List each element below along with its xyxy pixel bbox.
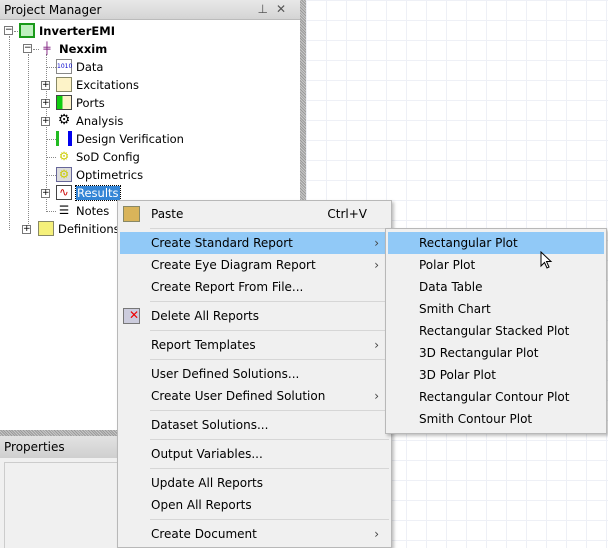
menu-item-paste[interactable]: Paste Ctrl+V: [120, 203, 389, 225]
menu-item-update-all-reports[interactable]: Update All Reports: [120, 472, 389, 494]
panel-title: Project Manager: [4, 3, 102, 17]
submenu-item-smith-chart[interactable]: Smith Chart: [388, 298, 604, 320]
tree-item-ports[interactable]: Ports: [56, 94, 105, 112]
submenu-item-3d-rectangular-plot[interactable]: 3D Rectangular Plot: [388, 342, 604, 364]
data-icon: 1010: [56, 59, 72, 74]
menu-item-create-document[interactable]: Create Document ›: [120, 523, 389, 545]
menu-label: Open All Reports: [151, 498, 252, 512]
menu-item-output-variables[interactable]: Output Variables...: [120, 443, 389, 465]
menu-item-user-defined-solutions[interactable]: User Defined Solutions...: [120, 363, 389, 385]
collapse-toggle[interactable]: −: [4, 26, 13, 35]
expand-toggle[interactable]: +: [22, 225, 31, 234]
properties-title: Properties: [4, 440, 65, 454]
tree-item-results[interactable]: ∿ Results: [56, 184, 121, 202]
tree-item-analysis[interactable]: ⚙ Analysis: [56, 112, 124, 130]
optimetrics-icon: ⚙: [56, 167, 72, 182]
chevron-right-icon: ›: [374, 258, 379, 272]
tree-item-sod-config[interactable]: ⚙ SoD Config: [56, 148, 140, 166]
menu-item-create-user-defined-solution[interactable]: Create User Defined Solution ›: [120, 385, 389, 407]
submenu-item-smith-contour-plot[interactable]: Smith Contour Plot: [388, 408, 604, 430]
menu-item-create-standard-report[interactable]: Create Standard Report ›: [120, 232, 389, 254]
tree-label: Design Verification: [76, 132, 184, 146]
tree-definitions[interactable]: Definitions: [38, 220, 120, 238]
submenu-item-rectangular-plot[interactable]: Rectangular Plot: [388, 232, 604, 254]
menu-item-create-report-from-file[interactable]: Create Report From File...: [120, 276, 389, 298]
tree-label: Notes: [76, 204, 110, 218]
tree-item-excitations[interactable]: Excitations: [56, 76, 139, 94]
tree-item-data[interactable]: 1010 Data: [56, 58, 103, 76]
expand-toggle[interactable]: +: [41, 99, 50, 108]
tree-item-design-verification[interactable]: Design Verification: [56, 130, 184, 148]
menu-item-create-eye-diagram-report[interactable]: Create Eye Diagram Report ›: [120, 254, 389, 276]
tree-label: Data: [76, 60, 104, 74]
tree-item-optimetrics[interactable]: ⚙ Optimetrics: [56, 166, 143, 184]
submenu-item-rectangular-stacked-plot[interactable]: Rectangular Stacked Plot: [388, 320, 604, 342]
menu-label: Create User Defined Solution: [151, 389, 326, 403]
tree-label: Ports: [76, 96, 105, 110]
menu-label: Create Document: [151, 527, 257, 541]
gears-icon: ⚙: [58, 149, 70, 163]
collapse-toggle[interactable]: −: [23, 44, 32, 53]
expand-toggle[interactable]: +: [41, 189, 50, 198]
excitations-icon: [56, 77, 72, 92]
context-menu: Paste Ctrl+V Create Standard Report › Crea…: [117, 200, 392, 548]
tree-item-notes[interactable]: ☰ Notes: [56, 202, 109, 220]
mouse-cursor-icon: [540, 251, 553, 269]
menu-label: Output Variables...: [151, 447, 263, 461]
project-icon: [19, 23, 35, 38]
folder-icon: [38, 221, 54, 236]
menu-label: Create Standard Report: [151, 236, 293, 250]
chevron-right-icon: ›: [374, 338, 379, 352]
pin-icon[interactable]: ⊥: [257, 2, 275, 16]
paste-icon: [123, 206, 140, 222]
project-manager-header: Project Manager ⊥✕: [0, 0, 300, 20]
submenu-item-3d-polar-plot[interactable]: 3D Polar Plot: [388, 364, 604, 386]
tree-label: Optimetrics: [76, 168, 144, 182]
menu-item-report-templates[interactable]: Report Templates ›: [120, 334, 389, 356]
close-icon[interactable]: ✕: [276, 2, 294, 16]
chevron-right-icon: ›: [374, 236, 379, 250]
ports-icon: [56, 95, 72, 110]
tree-label: Results: [75, 185, 121, 201]
tree-label: SoD Config: [76, 150, 140, 164]
tree-label: Definitions: [58, 222, 120, 236]
submenu-item-data-table[interactable]: Data Table: [388, 276, 604, 298]
menu-label: Delete All Reports: [151, 309, 259, 323]
results-icon: ∿: [56, 185, 72, 200]
notes-icon: ☰: [58, 203, 70, 217]
delete-reports-icon: ✕: [123, 308, 140, 324]
chevron-right-icon: ›: [374, 527, 379, 541]
menu-label: Dataset Solutions...: [151, 418, 269, 432]
tree-project[interactable]: InverterEMI: [19, 22, 115, 40]
design-label: Nexxim: [59, 42, 108, 56]
menu-item-delete-all-reports[interactable]: ✕ Delete All Reports: [120, 305, 389, 327]
menu-item-open-all-reports[interactable]: Open All Reports: [120, 494, 389, 516]
standard-report-submenu: Rectangular Plot Polar Plot Data Table S…: [385, 228, 607, 434]
chevron-right-icon: ›: [374, 389, 379, 403]
shortcut-label: Ctrl+V: [327, 207, 367, 221]
menu-label: Paste: [151, 207, 184, 221]
menu-label: Create Eye Diagram Report: [151, 258, 316, 272]
submenu-item-polar-plot[interactable]: Polar Plot: [388, 254, 604, 276]
gear-icon: ⚙: [57, 112, 71, 128]
expand-toggle[interactable]: +: [41, 117, 50, 126]
tree-label: Excitations: [76, 78, 139, 92]
design-verification-icon: [56, 131, 72, 146]
submenu-item-rectangular-contour-plot[interactable]: Rectangular Contour Plot: [388, 386, 604, 408]
project-label: InverterEMI: [39, 24, 115, 38]
tree-design[interactable]: ╪ Nexxim: [39, 40, 108, 58]
menu-label: Create Report From File...: [151, 280, 304, 294]
menu-label: User Defined Solutions...: [151, 367, 300, 381]
expand-toggle[interactable]: +: [41, 81, 50, 90]
menu-item-dataset-solutions[interactable]: Dataset Solutions...: [120, 414, 389, 436]
circuit-icon: ╪: [43, 41, 51, 55]
menu-label: Update All Reports: [151, 476, 263, 490]
menu-label: Report Templates: [151, 338, 256, 352]
tree-label: Analysis: [76, 114, 124, 128]
